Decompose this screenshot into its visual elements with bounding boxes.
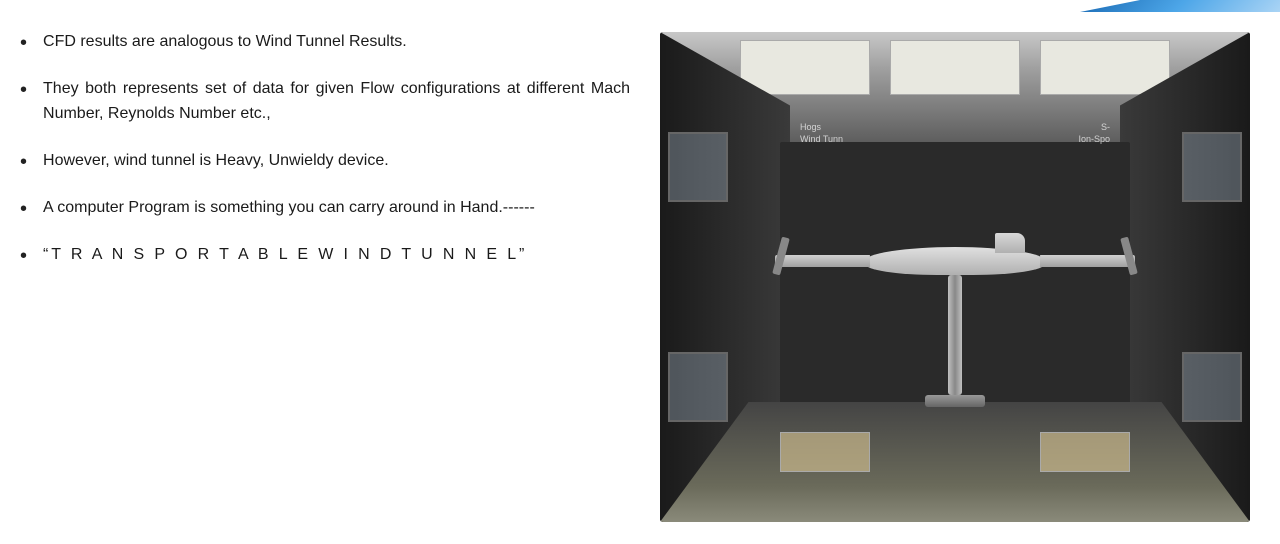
ceiling-light	[740, 40, 870, 95]
ceiling-light	[890, 40, 1020, 95]
list-item: • They both represents set of data for g…	[20, 77, 630, 127]
bullet-text-5: “T R A N S P O R T A B L E W I N D T U N…	[43, 243, 527, 268]
bullet-point: •	[20, 32, 27, 55]
image-overlay-text-left: HogsWind Tunn	[800, 122, 843, 145]
list-item: • “T R A N S P O R T A B L E W I N D T U…	[20, 243, 630, 268]
tunnel-window	[1182, 352, 1242, 422]
ceiling-light	[1040, 40, 1170, 95]
bullet-text-4: A computer Program is something you can …	[43, 196, 535, 221]
stand-base	[925, 395, 985, 407]
floor-light	[1040, 432, 1130, 472]
aircraft-wing-left	[775, 255, 870, 267]
bullet-text-3: However, wind tunnel is Heavy, Unwieldy …	[43, 149, 389, 174]
stand-pole	[948, 275, 962, 395]
bullet-text-1: CFD results are analogous to Wind Tunnel…	[43, 30, 407, 55]
bullet-point: •	[20, 79, 27, 102]
text-section: • CFD results are analogous to Wind Tunn…	[10, 20, 650, 534]
bullet-text-2: They both represents set of data for giv…	[43, 77, 630, 127]
floor-light	[780, 432, 870, 472]
bullet-point: •	[20, 198, 27, 221]
tunnel-window	[668, 132, 728, 202]
tunnel-window	[668, 352, 728, 422]
aircraft-wing-right	[1040, 255, 1135, 267]
tunnel-floor	[660, 402, 1250, 522]
aircraft-model-stand	[865, 247, 1045, 407]
bullet-point: •	[20, 245, 27, 268]
list-item: • CFD results are analogous to Wind Tunn…	[20, 30, 630, 55]
bullet-point: •	[20, 151, 27, 174]
aircraft-tail	[995, 233, 1025, 253]
tunnel-scene: HogsWind Tunn S-Ion-Spo	[660, 32, 1250, 522]
aircraft-fuselage	[865, 247, 1045, 275]
wind-tunnel-image: HogsWind Tunn S-Ion-Spo	[660, 32, 1250, 522]
image-section: HogsWind Tunn S-Ion-Spo	[650, 20, 1260, 534]
page-container: • CFD results are analogous to Wind Tunn…	[0, 0, 1280, 544]
tunnel-window	[1182, 132, 1242, 202]
list-item: • A computer Program is something you ca…	[20, 196, 630, 221]
image-overlay-text-right: S-Ion-Spo	[1078, 122, 1110, 145]
list-item: • However, wind tunnel is Heavy, Unwield…	[20, 149, 630, 174]
